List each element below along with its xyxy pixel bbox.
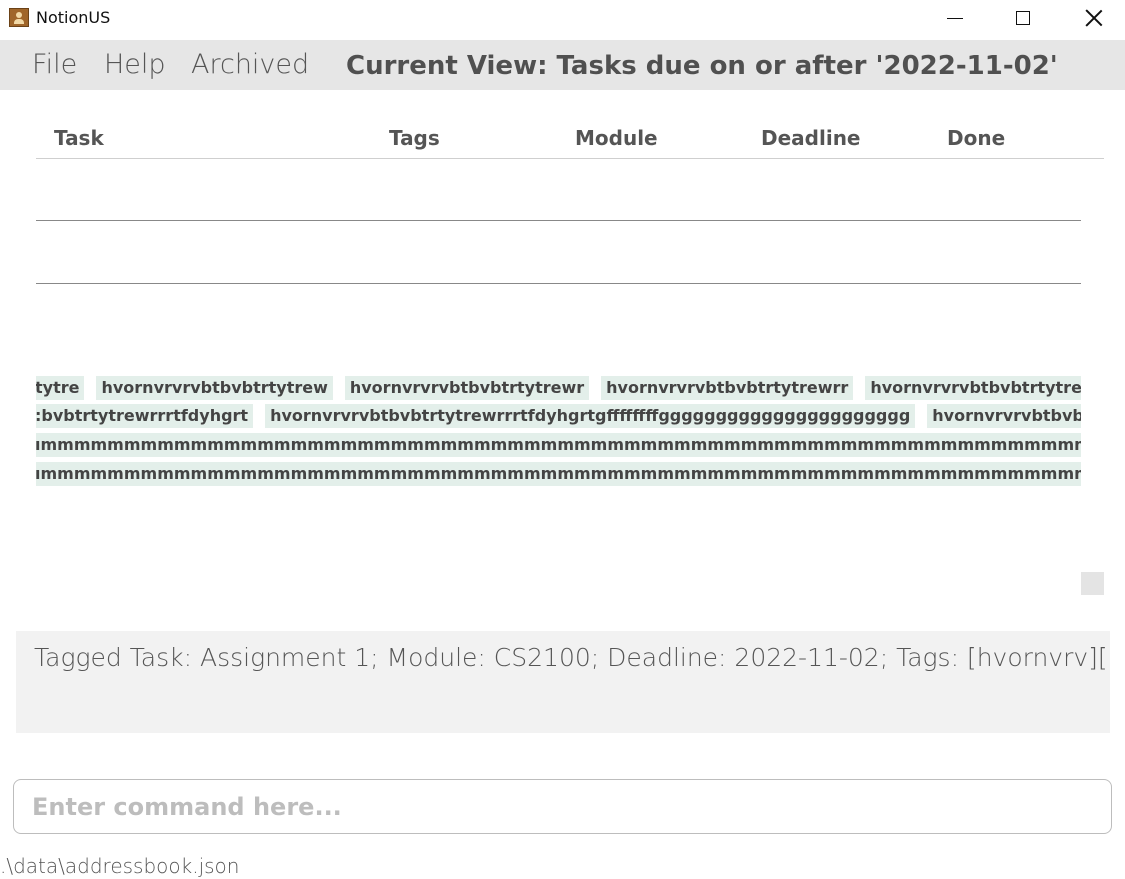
tag-chip: hvornvrvrvbtbvbtrtytrewrrrtfdyhgrtgfffff… bbox=[265, 404, 916, 428]
minimize-button[interactable] bbox=[932, 0, 978, 36]
tag-chip: hvornvrvrvbtbvbtrtytrew bbox=[927, 404, 1081, 428]
app-icon bbox=[9, 8, 29, 27]
tag-row: tytre hvornvrvrvbtbvbtrtytrew hvornvrvrvbt… bbox=[36, 376, 1081, 400]
tag-chip: hvornvrvrvbtbvbtrtytrew bbox=[96, 376, 333, 400]
tag-chip: tytre bbox=[36, 376, 85, 400]
maximize-icon bbox=[1016, 11, 1030, 25]
scrollbar-corner[interactable] bbox=[1081, 572, 1104, 595]
tag-row: ımmmmmmmmmmmmmmmmmmmmmmmmmmmmmmmmmmmmmmm… bbox=[36, 433, 1081, 457]
current-view-label: Current View: Tasks due on or after '202… bbox=[346, 51, 1058, 81]
column-header-deadline[interactable]: Deadline bbox=[761, 126, 861, 150]
menu-archived[interactable]: Archived bbox=[191, 49, 309, 80]
close-button[interactable] bbox=[1071, 0, 1117, 36]
menu-bar: File Help Archived Current View: Tasks d… bbox=[0, 40, 1125, 90]
table-row-divider bbox=[36, 283, 1081, 284]
minimize-icon bbox=[947, 17, 963, 19]
close-icon bbox=[1085, 9, 1103, 27]
table-row-divider bbox=[36, 220, 1081, 221]
tag-chip: hvornvrvrvbtbvbtrtytrewr bbox=[344, 376, 590, 400]
column-header-module[interactable]: Module bbox=[575, 126, 658, 150]
command-input[interactable] bbox=[13, 779, 1112, 834]
maximize-button[interactable] bbox=[1000, 0, 1046, 36]
tag-chip: hvornvrvrvbtbvbtrtytrewrrr bbox=[865, 376, 1081, 400]
column-header-done[interactable]: Done bbox=[947, 126, 1005, 150]
tag-chip: :bvbtrtytrewrrrtfdyhgrt bbox=[36, 404, 254, 428]
column-header-task[interactable]: Task bbox=[54, 126, 104, 150]
status-bar-file-path: .\data\addressbook.json bbox=[0, 854, 240, 878]
tags-list[interactable]: tytre hvornvrvrvbtbvbtrtytrew hvornvrvrvbt… bbox=[36, 374, 1081, 492]
tag-row: ımmmmmmmmmmmmmmmmmmmmmmmmmmmmmmmmmmmmmmm… bbox=[36, 462, 1081, 486]
result-message: Tagged Task: Assignment 1; Module: CS210… bbox=[34, 643, 1110, 672]
tag-chip: ımmmmmmmmmmmmmmmmmmmmmmmmmmmmmmmmmmmmmmm… bbox=[36, 433, 1081, 457]
tag-chip: hvornvrvrvbtbvbtrtytrewrr bbox=[601, 376, 854, 400]
title-bar: NotionUS bbox=[0, 0, 1125, 38]
tag-chip: ımmmmmmmmmmmmmmmmmmmmmmmmmmmmmmmmmmmmmmm… bbox=[36, 462, 1081, 486]
app-title: NotionUS bbox=[36, 8, 111, 27]
tag-row: :bvbtrtytrewrrrtfdyhgrt hvornvrvrvbtbvbtr… bbox=[36, 404, 1081, 428]
menu-help[interactable]: Help bbox=[104, 49, 166, 80]
menu-file[interactable]: File bbox=[32, 49, 77, 80]
task-table-header: Task Tags Module Deadline Done bbox=[36, 122, 1104, 159]
result-display: Tagged Task: Assignment 1; Module: CS210… bbox=[16, 631, 1110, 733]
column-header-tags[interactable]: Tags bbox=[389, 126, 440, 150]
